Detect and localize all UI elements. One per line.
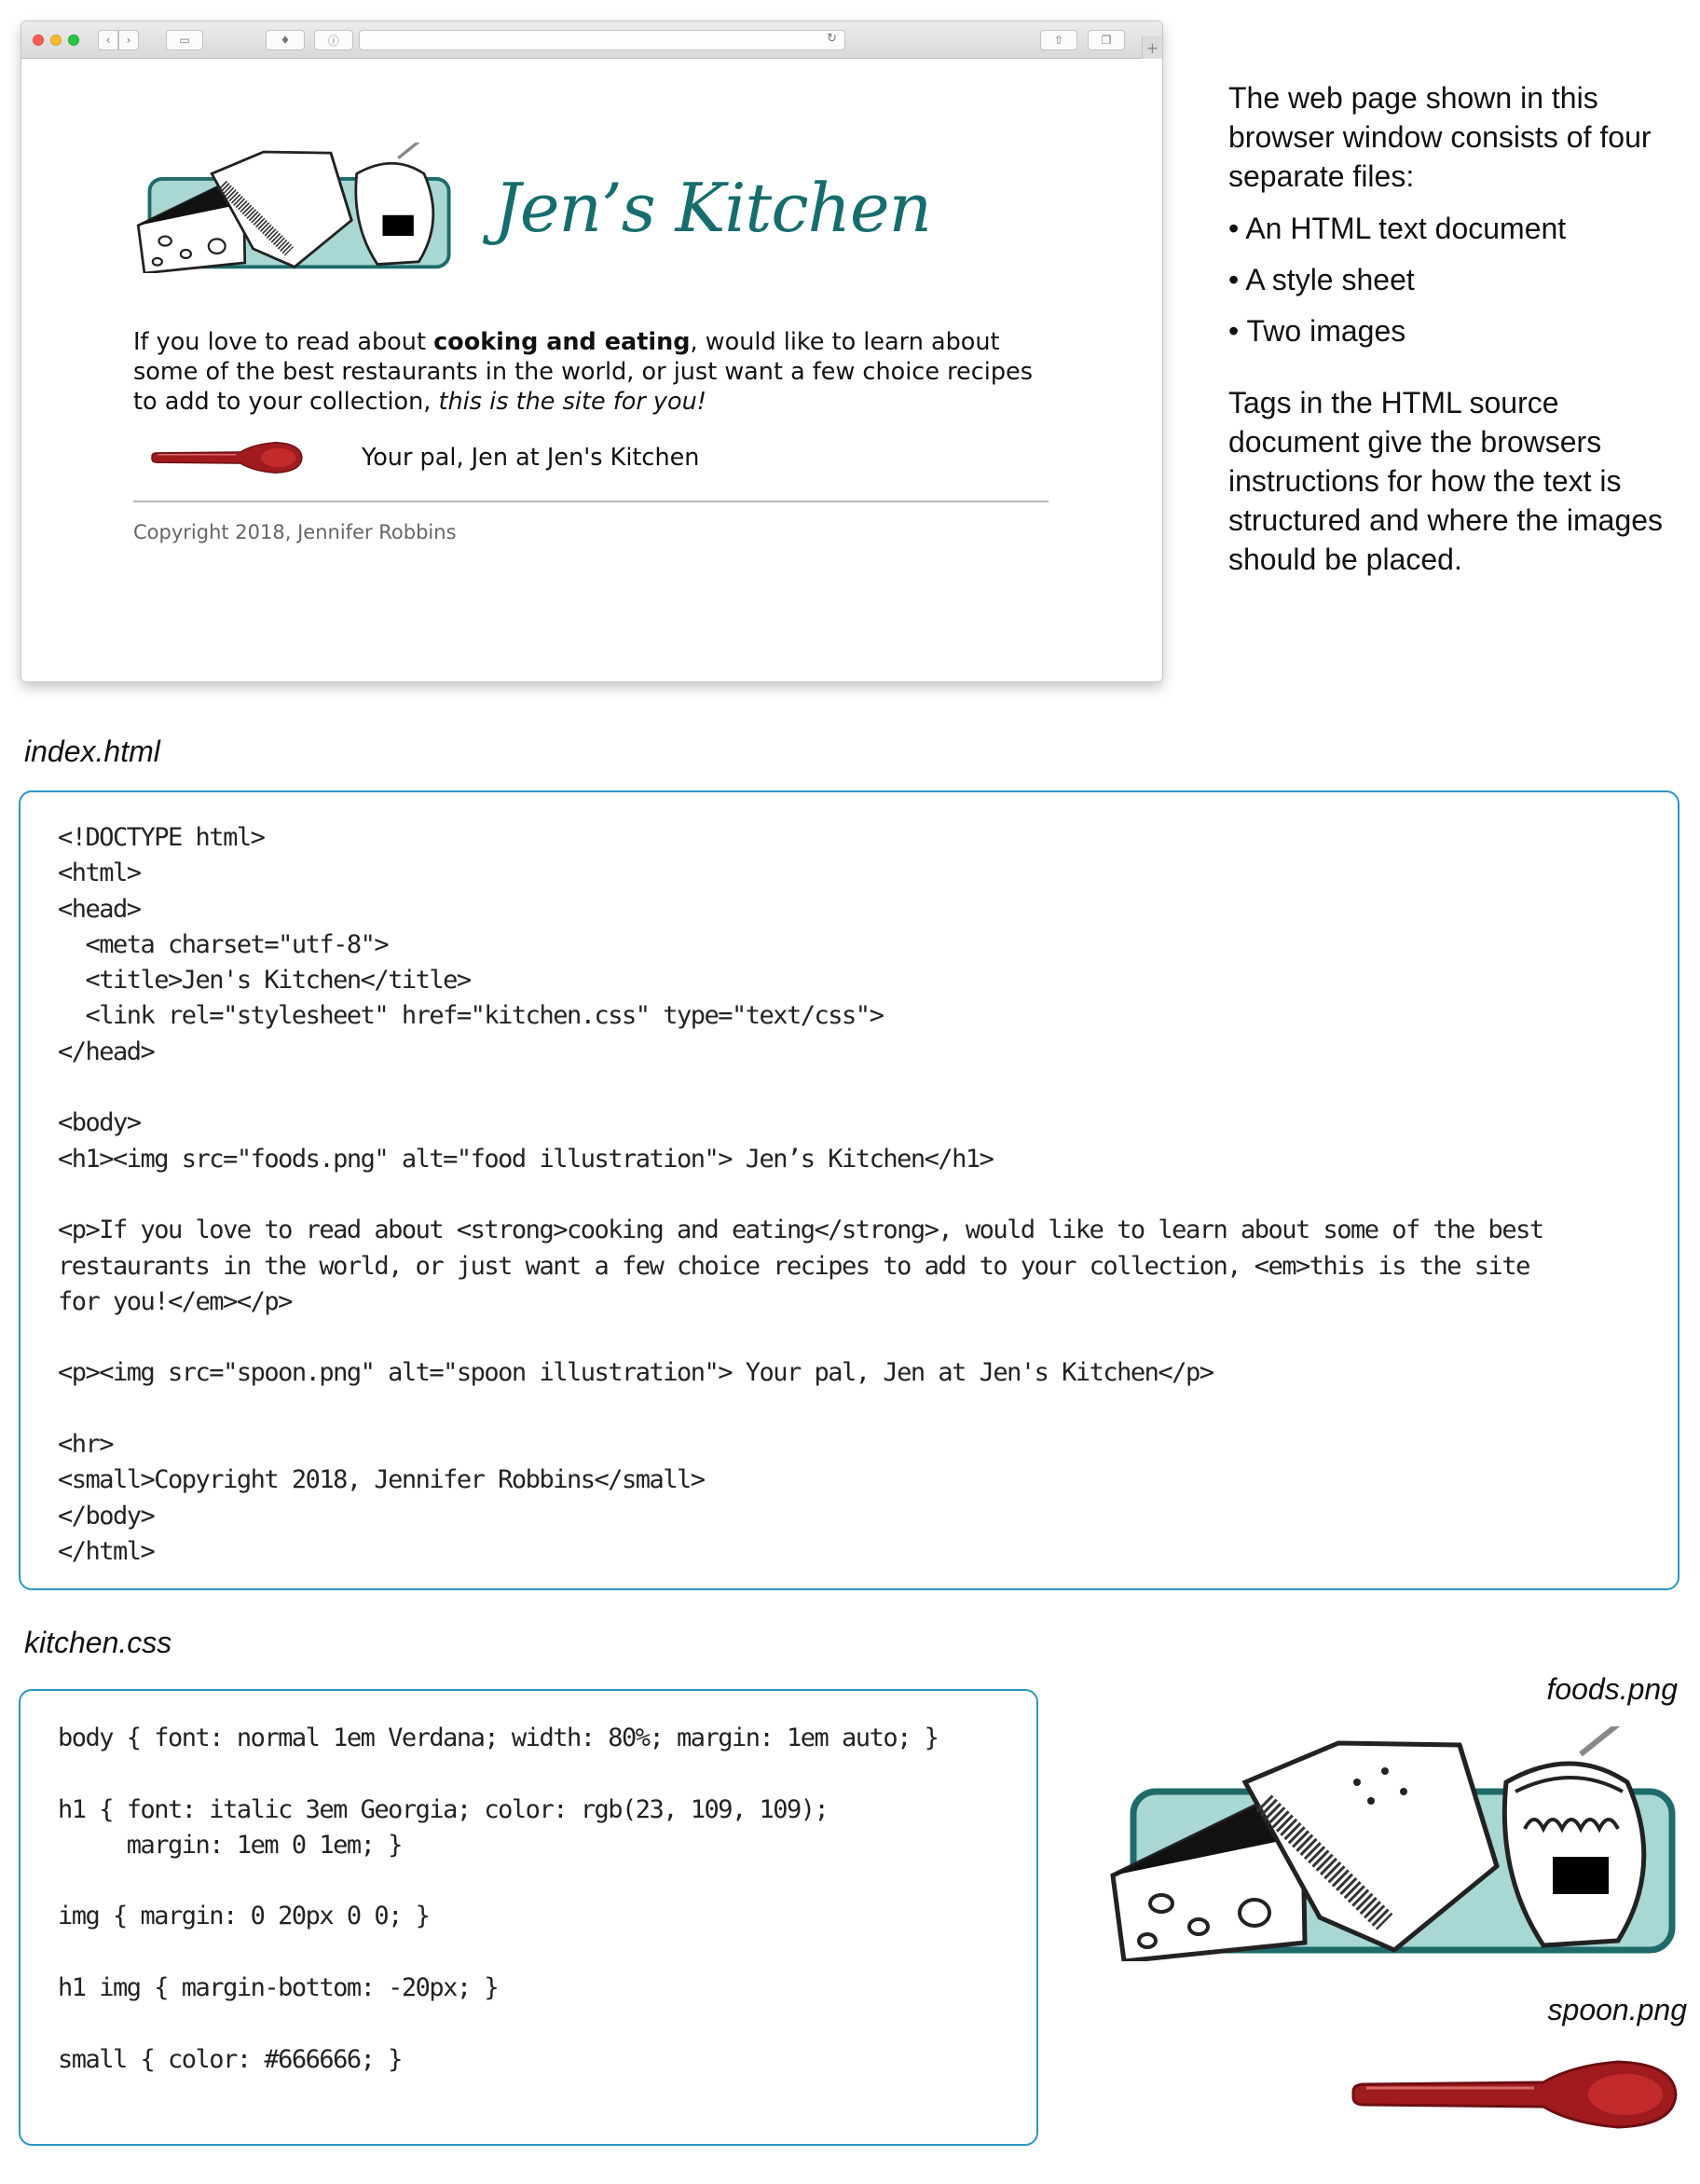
html-file-label: index.html xyxy=(24,735,160,768)
chevron-left-icon: ‹ xyxy=(105,34,111,47)
intro-paragraph: If you love to read about cooking and ea… xyxy=(133,327,1047,417)
browser-toolbar: ‹ › ▭ ♦ ⓘ ↻ ⇧ ❐ + xyxy=(21,21,1162,59)
back-button[interactable]: ‹ xyxy=(98,30,118,50)
zoom-window-button[interactable] xyxy=(68,34,79,46)
intro-strong-text: cooking and eating xyxy=(433,328,691,356)
spoon-illustration xyxy=(151,442,303,474)
signature-line: Your pal, Jen at Jen's Kitchen xyxy=(133,439,699,476)
html-source-code: <!DOCTYPE html> <html> <head> <meta char… xyxy=(58,823,1544,1566)
copyright-text: Copyright 2018, Jennifer Robbins xyxy=(133,521,457,543)
description-outro: Tags in the HTML source document give th… xyxy=(1228,386,1664,576)
spoon-file-label: spoon.png xyxy=(1547,1993,1687,2026)
intro-em-text: this is the site for you! xyxy=(438,388,706,416)
close-window-button[interactable] xyxy=(33,34,44,46)
sidebar-icon: ▭ xyxy=(179,34,190,47)
bullet-html-document: • An HTML text document xyxy=(1228,212,1567,245)
info-icon: ⓘ xyxy=(327,34,339,48)
sidebar-button[interactable]: ▭ xyxy=(166,30,203,50)
foods-illustration xyxy=(136,143,451,273)
forward-button[interactable]: › xyxy=(118,30,139,50)
css-source-code: body { font: normal 1em Verdana; width: … xyxy=(58,1724,939,2074)
site-title: Jen’s Kitchen xyxy=(494,169,932,247)
bullet-style-sheet: • A style sheet xyxy=(1228,263,1415,296)
foods-file-label: foods.png xyxy=(1546,1672,1678,1706)
bullet-two-images: • Two images xyxy=(1228,314,1406,348)
reload-icon[interactable]: ↻ xyxy=(827,32,837,46)
extension-icon: ♦ xyxy=(280,34,291,47)
share-icon: ⇧ xyxy=(1053,34,1064,47)
minimize-window-button[interactable] xyxy=(50,34,62,46)
browser-window: ‹ › ▭ ♦ ⓘ ↻ ⇧ ❐ + Jen’s Kitchen If you l… xyxy=(21,21,1163,682)
extension-button[interactable]: ♦ xyxy=(266,30,305,50)
html-code-box: <!DOCTYPE html> <html> <head> <meta char… xyxy=(19,790,1679,1590)
foods-image xyxy=(1110,1726,1676,1961)
share-button[interactable]: ⇧ xyxy=(1040,30,1077,50)
spoon-image xyxy=(1351,2060,1678,2129)
horizontal-rule xyxy=(133,501,1049,502)
chevron-right-icon: › xyxy=(126,34,131,47)
tabs-icon: ❐ xyxy=(1101,34,1112,47)
description-intro: The web page shown in this browser windo… xyxy=(1228,81,1652,193)
description-panel: The web page shown in this browser windo… xyxy=(1228,78,1685,592)
page-viewport: Jen’s Kitchen If you love to read about … xyxy=(21,59,1162,681)
plus-icon: + xyxy=(1145,38,1159,57)
info-button[interactable]: ⓘ xyxy=(314,30,353,50)
new-tab-button[interactable]: + xyxy=(1142,36,1162,59)
tabs-overview-button[interactable]: ❐ xyxy=(1088,30,1125,50)
signature-text: Your pal, Jen at Jen's Kitchen xyxy=(362,444,700,472)
address-bar[interactable]: ↻ xyxy=(359,30,845,50)
css-code-box: body { font: normal 1em Verdana; width: … xyxy=(19,1689,1038,2146)
site-heading: Jen’s Kitchen xyxy=(133,143,932,273)
intro-text-start: If you love to read about xyxy=(133,328,434,356)
css-file-label: kitchen.css xyxy=(24,1626,172,1659)
